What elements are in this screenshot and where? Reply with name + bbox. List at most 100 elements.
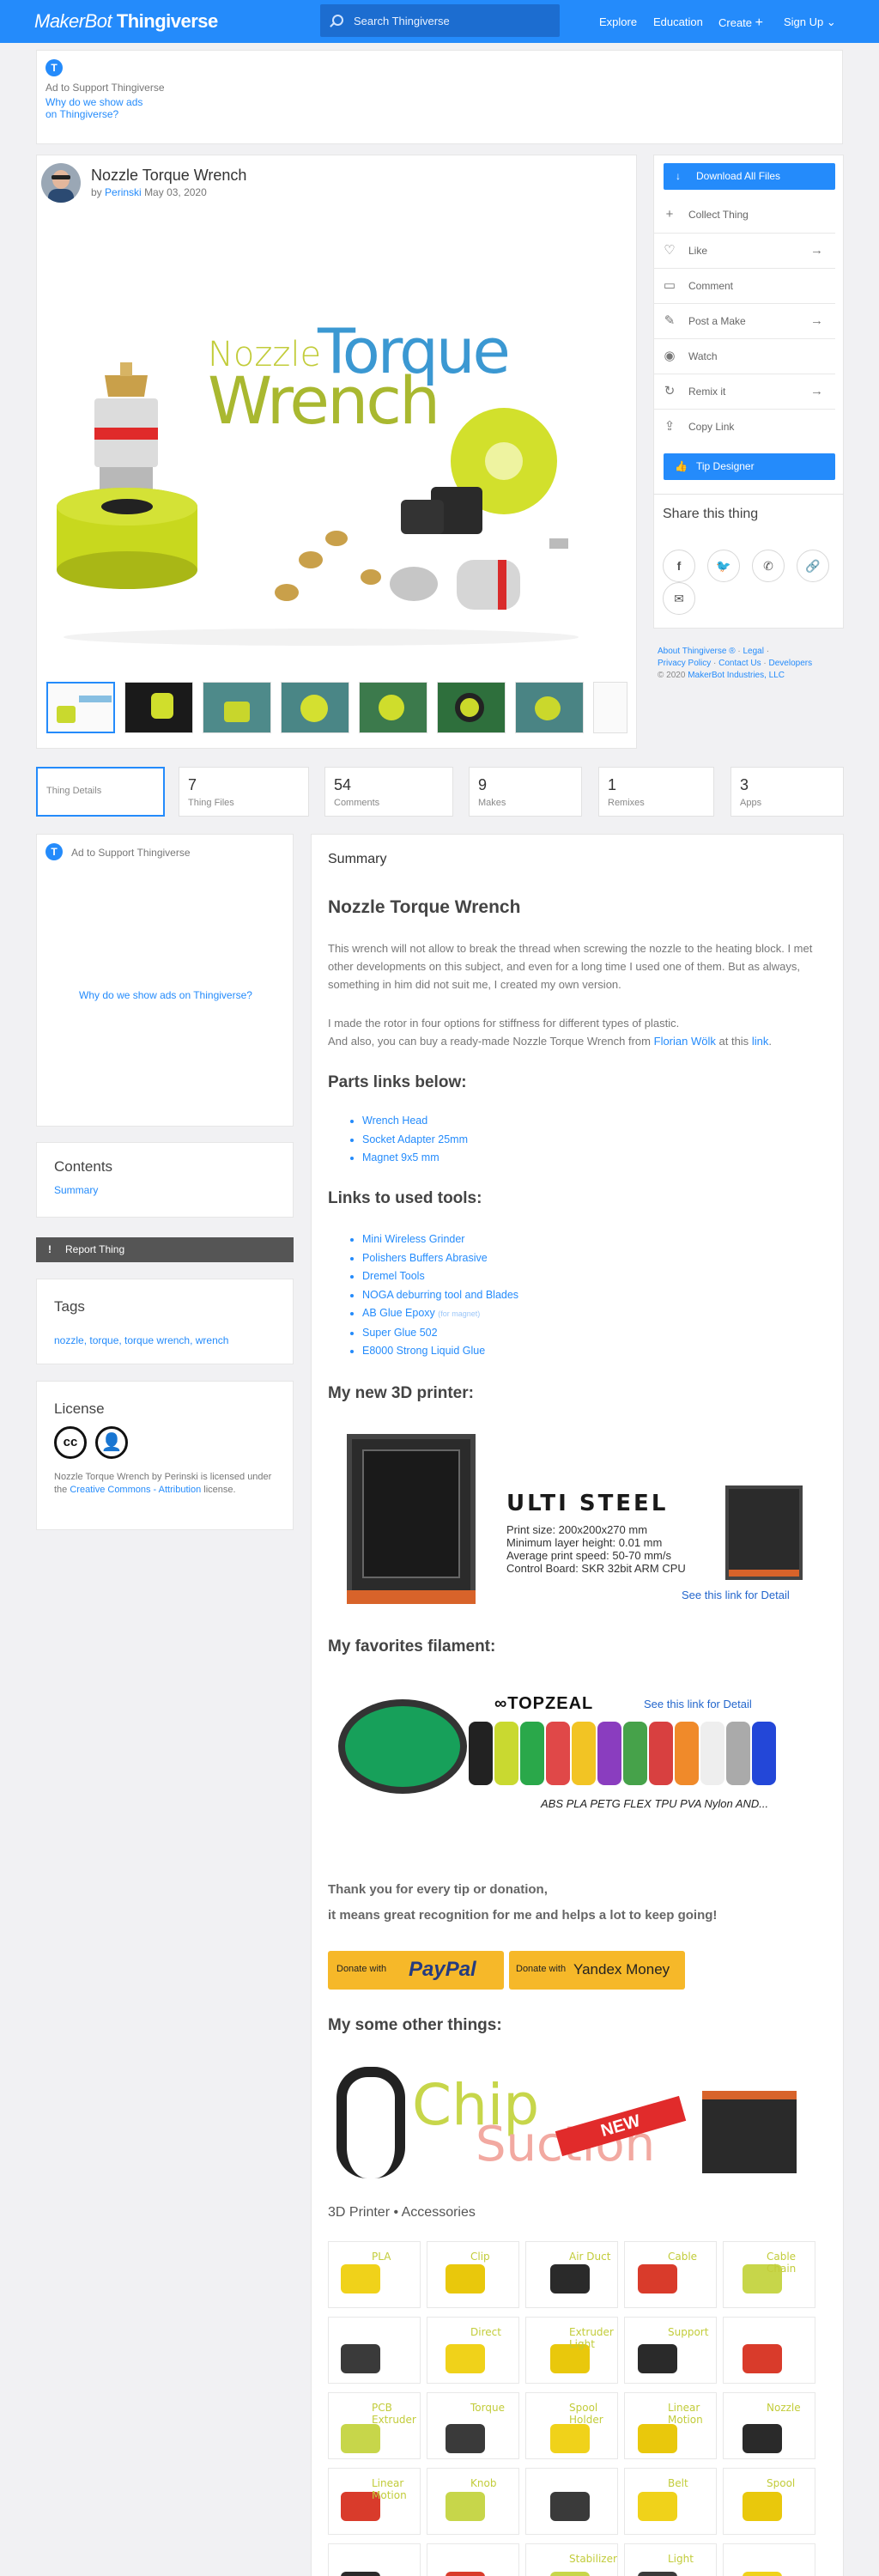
list-item[interactable]: E8000 Strong Liquid Glue <box>362 1342 518 1361</box>
yandex-logo: Yandex Money <box>573 1961 670 1978</box>
filament-detail-link[interactable]: See this link for Detail <box>644 1698 752 1710</box>
accessory-thumbnail[interactable] <box>328 2543 421 2576</box>
list-item[interactable]: Super Glue 502 <box>362 1324 518 1343</box>
why-ads-link[interactable]: Why do we show ads on Thingiverse? <box>45 96 142 120</box>
accessory-thumbnail[interactable] <box>525 2468 618 2535</box>
watch-button[interactable]: ◉ Watch <box>653 338 835 373</box>
report-thing-button[interactable]: ! Report Thing <box>36 1237 294 1262</box>
florian-link[interactable]: Florian Wölk <box>654 1035 716 1048</box>
main-image[interactable]: Nozzle Torque Wrench <box>53 208 589 665</box>
list-item[interactable]: Socket Adapter 25mm <box>362 1131 468 1150</box>
like-button[interactable]: ♡ Like → <box>653 233 835 267</box>
thumbnail-3[interactable] <box>203 682 271 733</box>
developers-link[interactable]: Developers <box>769 659 813 668</box>
accessory-thumbnail[interactable]: Spool <box>723 2468 815 2535</box>
accessory-thumbnail[interactable]: Spool Holder <box>525 2392 618 2459</box>
accessory-thumbnail[interactable]: Linear Motion <box>624 2392 717 2459</box>
nav-sign-up[interactable]: Sign Up ⌄ <box>784 15 836 29</box>
thumbnail-5[interactable] <box>359 682 427 733</box>
accessory-thumbnail[interactable]: PCB Extruder <box>328 2392 421 2459</box>
thumbnail-2[interactable] <box>124 682 193 733</box>
tools-title: Links to used tools: <box>328 1189 482 1207</box>
accessory-thumbnail[interactable]: Nozzle <box>723 2392 815 2459</box>
accessory-thumbnail[interactable]: Stabilizer <box>525 2543 618 2576</box>
contents-summary-link[interactable]: Summary <box>54 1184 98 1196</box>
accessory-thumbnail[interactable]: PLA <box>328 2241 421 2308</box>
tab-remixes[interactable]: 1 Remixes <box>598 767 714 817</box>
accessory-thumbnail[interactable] <box>427 2543 519 2576</box>
tab-thing-details[interactable]: Thing Details <box>36 767 165 817</box>
accessory-thumbnail[interactable] <box>723 2317 815 2384</box>
donate-paypal-button[interactable]: Donate with PayPal <box>328 1951 504 1990</box>
accessory-thumbnail[interactable]: Linear Motion <box>328 2468 421 2535</box>
accessory-thumbnail[interactable]: Extruder Light <box>525 2317 618 2384</box>
list-item[interactable]: NOGA deburring tool and Blades <box>362 1286 518 1305</box>
privacy-link[interactable]: Privacy Policy <box>658 659 711 668</box>
filament-banner[interactable]: ∞TOPZEAL See this link for Detail ABS PL… <box>331 1687 812 1825</box>
accessory-thumbnail[interactable]: Clip <box>427 2241 519 2308</box>
parts-list: Wrench Head Socket Adapter 25mm Magnet 9… <box>328 1112 468 1168</box>
copy-link-button[interactable]: ⇪ Copy Link <box>653 409 835 443</box>
accessory-thumbnail[interactable]: Direct <box>427 2317 519 2384</box>
tab-thing-files[interactable]: 7 Thing Files <box>179 767 309 817</box>
nav-education[interactable]: Education <box>653 15 703 28</box>
tip-designer-button[interactable]: 👍 Tip Designer <box>664 453 835 480</box>
nav-create[interactable]: Create + <box>718 15 763 31</box>
cc-attribution-link[interactable]: Creative Commons - Attribution <box>70 1485 201 1495</box>
facebook-icon[interactable]: f <box>663 550 695 582</box>
why-ads-link[interactable]: Why do we show ads on Thingiverse? <box>37 989 294 1001</box>
link-icon[interactable]: 🔗 <box>797 550 829 582</box>
chip-suction-banner[interactable]: Chip Suction NEW <box>331 2057 812 2185</box>
list-item[interactable]: Wrench Head <box>362 1112 468 1131</box>
makerbot-link[interactable]: MakerBot Industries, LLC <box>688 671 785 680</box>
thumbnail-7[interactable] <box>515 682 584 733</box>
printer-banner[interactable]: ULTI STEEL Print size: 200x200x270 mm Mi… <box>335 1425 811 1614</box>
accessory-thumbnail[interactable] <box>723 2543 815 2576</box>
accessory-thumbnail[interactable]: Cable <box>624 2241 717 2308</box>
accessory-thumbnail[interactable]: Knob <box>427 2468 519 2535</box>
twitter-icon[interactable]: 🐦 <box>707 550 740 582</box>
list-item[interactable]: Dremel Tools <box>362 1267 518 1286</box>
eye-icon: ◉ <box>664 349 676 363</box>
thumbnail-8[interactable] <box>593 682 627 733</box>
search-input[interactable]: Search Thingiverse <box>320 4 560 37</box>
contact-link[interactable]: Contact Us <box>718 659 761 668</box>
tab-apps[interactable]: 3 Apps <box>730 767 844 817</box>
list-item[interactable]: Magnet 9x5 mm <box>362 1149 468 1168</box>
thumbnail-6[interactable] <box>437 682 506 733</box>
accessory-image <box>446 2424 485 2453</box>
list-item[interactable]: Mini Wireless Grinder <box>362 1230 518 1249</box>
download-all-button[interactable]: ↓ Download All Files <box>664 163 835 190</box>
tags-list[interactable]: nozzle, torque, torque wrench, wrench <box>54 1334 228 1346</box>
accessory-thumbnail[interactable]: Torque <box>427 2392 519 2459</box>
thumbnail-1[interactable] <box>46 682 115 733</box>
accessory-thumbnail[interactable]: Air Duct <box>525 2241 618 2308</box>
post-a-make-button[interactable]: ✎ Post a Make → <box>653 303 835 337</box>
tab-makes[interactable]: 9 Makes <box>469 767 582 817</box>
tab-comments[interactable]: 54 Comments <box>324 767 453 817</box>
remix-button[interactable]: ↻ Remix it → <box>653 374 835 408</box>
author-avatar[interactable] <box>41 163 81 203</box>
nav-explore[interactable]: Explore <box>599 15 637 28</box>
thumbnail-4[interactable] <box>281 682 349 733</box>
accessory-thumbnail[interactable]: Belt <box>624 2468 717 2535</box>
list-item[interactable]: AB Glue Epoxy (for magnet) <box>362 1304 518 1324</box>
comment-button[interactable]: ▭ Comment <box>653 268 835 302</box>
whatsapp-icon[interactable]: ✆ <box>752 550 785 582</box>
about-link[interactable]: About Thingiverse ® <box>658 647 736 656</box>
list-item[interactable]: Polishers Buffers Abrasive <box>362 1249 518 1268</box>
accessory-thumbnail[interactable]: Light <box>624 2543 717 2576</box>
author-link[interactable]: Perinski <box>105 186 142 198</box>
buy-link[interactable]: link <box>752 1035 769 1048</box>
printer-detail-link[interactable]: See this link for Detail <box>682 1589 790 1601</box>
collect-thing-button[interactable]: + Collect Thing <box>653 197 835 232</box>
email-icon[interactable]: ✉ <box>663 582 695 615</box>
accessory-thumbnail[interactable]: Support <box>624 2317 717 2384</box>
accessory-thumbnail[interactable]: Cable Chain <box>723 2241 815 2308</box>
legal-link[interactable]: Legal <box>743 647 763 656</box>
donate-yandex-button[interactable]: Donate with Yandex Money <box>509 1951 685 1990</box>
thingiverse-t-icon: T <box>45 843 63 860</box>
thingiverse-logo[interactable]: MakerBot Thingiverse <box>34 10 218 33</box>
accessory-thumbnail[interactable] <box>328 2317 421 2384</box>
thanks-text: Thank you for every tip or donation, it … <box>328 1882 718 1923</box>
